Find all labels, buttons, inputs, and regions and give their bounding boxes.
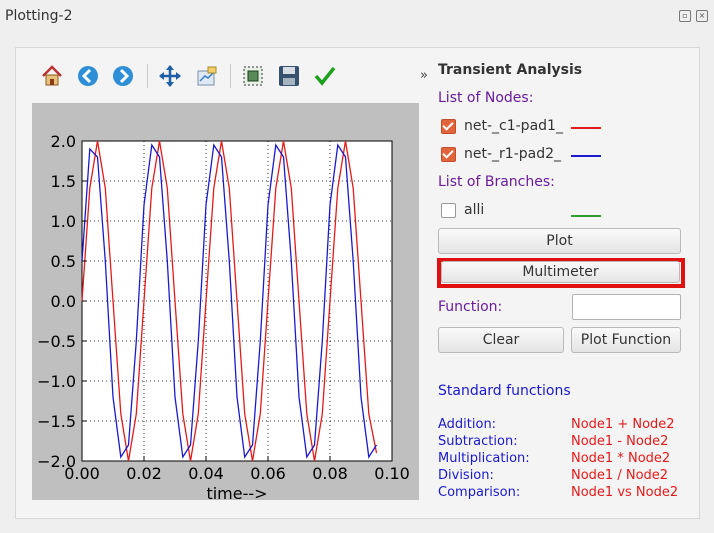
node-row-c1[interactable]: net-_c1-pad1_ xyxy=(441,118,563,134)
x-tick-label: 0.06 xyxy=(250,464,286,483)
node-color-swatch xyxy=(571,127,601,129)
transient-analysis-heading: Transient Analysis xyxy=(438,62,583,78)
function-name: Multiplication: xyxy=(438,451,530,466)
y-tick-label: −1.5 xyxy=(37,412,76,431)
home-icon[interactable] xyxy=(37,60,67,92)
function-name: Division: xyxy=(438,468,494,483)
function-row: Division: Node1 / Node2 xyxy=(438,468,688,483)
y-tick-label: 1.5 xyxy=(51,172,76,191)
node-checkbox[interactable] xyxy=(441,118,456,134)
function-expression: Node1 * Node2 xyxy=(571,451,671,466)
x-tick-label: 0.02 xyxy=(126,464,162,483)
check-icon[interactable] xyxy=(310,60,340,92)
zoom-to-rect-icon[interactable] xyxy=(238,60,268,92)
function-expression: Node1 / Node2 xyxy=(571,468,669,483)
function-row: Comparison: Node1 vs Node2 xyxy=(438,485,688,500)
branch-color-swatch xyxy=(571,215,601,217)
x-tick-label: 0.04 xyxy=(188,464,224,483)
window-title: Plotting-2 xyxy=(5,8,73,24)
node-checkbox[interactable] xyxy=(441,146,456,162)
configure-icon[interactable] xyxy=(192,60,222,92)
y-tick-label: 1.0 xyxy=(51,212,76,231)
x-tick-label: 0.00 xyxy=(64,464,100,483)
node-label: net-_r1-pad2_ xyxy=(464,146,562,162)
x-axis-label: time--> xyxy=(206,484,267,500)
pan-icon[interactable] xyxy=(155,60,185,92)
multimeter-button[interactable]: Multimeter xyxy=(441,261,680,283)
toolbar-separator xyxy=(147,64,148,88)
node-row-r1[interactable]: net-_r1-pad2_ xyxy=(441,146,561,162)
window-titlebar: Plotting-2 ▫ × xyxy=(0,0,714,32)
x-tick-label: 0.08 xyxy=(312,464,348,483)
node-label: net-_c1-pad1_ xyxy=(464,118,563,134)
function-name: Subtraction: xyxy=(438,434,518,449)
float-window-icon[interactable]: ▫ xyxy=(679,10,691,22)
function-expression: Node1 + Node2 xyxy=(571,417,675,432)
plot-canvas: 2.0 1.5 1.0 0.5 0.0 −0.5 −1.0 −1.5 −2.0 0.00 0.02 0… xyxy=(32,103,419,503)
function-name: Addition: xyxy=(438,417,497,432)
y-tick-label: −0.5 xyxy=(37,332,76,351)
back-icon[interactable] xyxy=(73,60,103,92)
y-tick-label: −1.0 xyxy=(37,372,76,391)
branch-label: alli xyxy=(464,202,485,218)
branches-label: List of Branches: xyxy=(438,174,555,190)
y-tick-label: 0.5 xyxy=(51,252,76,271)
function-row: Addition: Node1 + Node2 xyxy=(438,417,688,432)
chart-svg: 2.01.51.00.50.0−0.5−1.0−1.5−2.00.00 0.02 0… xyxy=(37,132,410,503)
standard-functions-label: Standard functions xyxy=(438,383,571,399)
forward-icon[interactable] xyxy=(108,60,138,92)
plot-button[interactable]: Plot xyxy=(438,228,681,254)
function-row: Multiplication: Node1 * Node2 xyxy=(438,451,688,466)
function-input[interactable] xyxy=(572,294,681,320)
function-expression: Node1 - Node2 xyxy=(571,434,669,449)
branch-row-alli[interactable]: alli xyxy=(441,202,484,218)
y-tick-label: 0.0 xyxy=(51,292,76,311)
clear-button[interactable]: Clear xyxy=(438,327,564,353)
nodes-label: List of Nodes: xyxy=(438,90,534,106)
x-tick-label: 0.10 xyxy=(374,464,410,483)
function-label: Function: xyxy=(438,299,503,315)
toolbar-overflow-icon[interactable]: » xyxy=(420,68,428,83)
node-color-swatch xyxy=(571,155,601,157)
branch-checkbox[interactable] xyxy=(441,202,456,218)
toolbar-separator xyxy=(230,64,231,88)
function-expression: Node1 vs Node2 xyxy=(571,485,679,500)
close-window-icon[interactable]: × xyxy=(696,10,708,22)
function-name: Comparison: xyxy=(438,485,521,500)
y-tick-label: 2.0 xyxy=(51,132,76,151)
save-icon[interactable] xyxy=(274,60,304,92)
function-row: Subtraction: Node1 - Node2 xyxy=(438,434,688,449)
plot-function-button[interactable]: Plot Function xyxy=(571,327,681,353)
